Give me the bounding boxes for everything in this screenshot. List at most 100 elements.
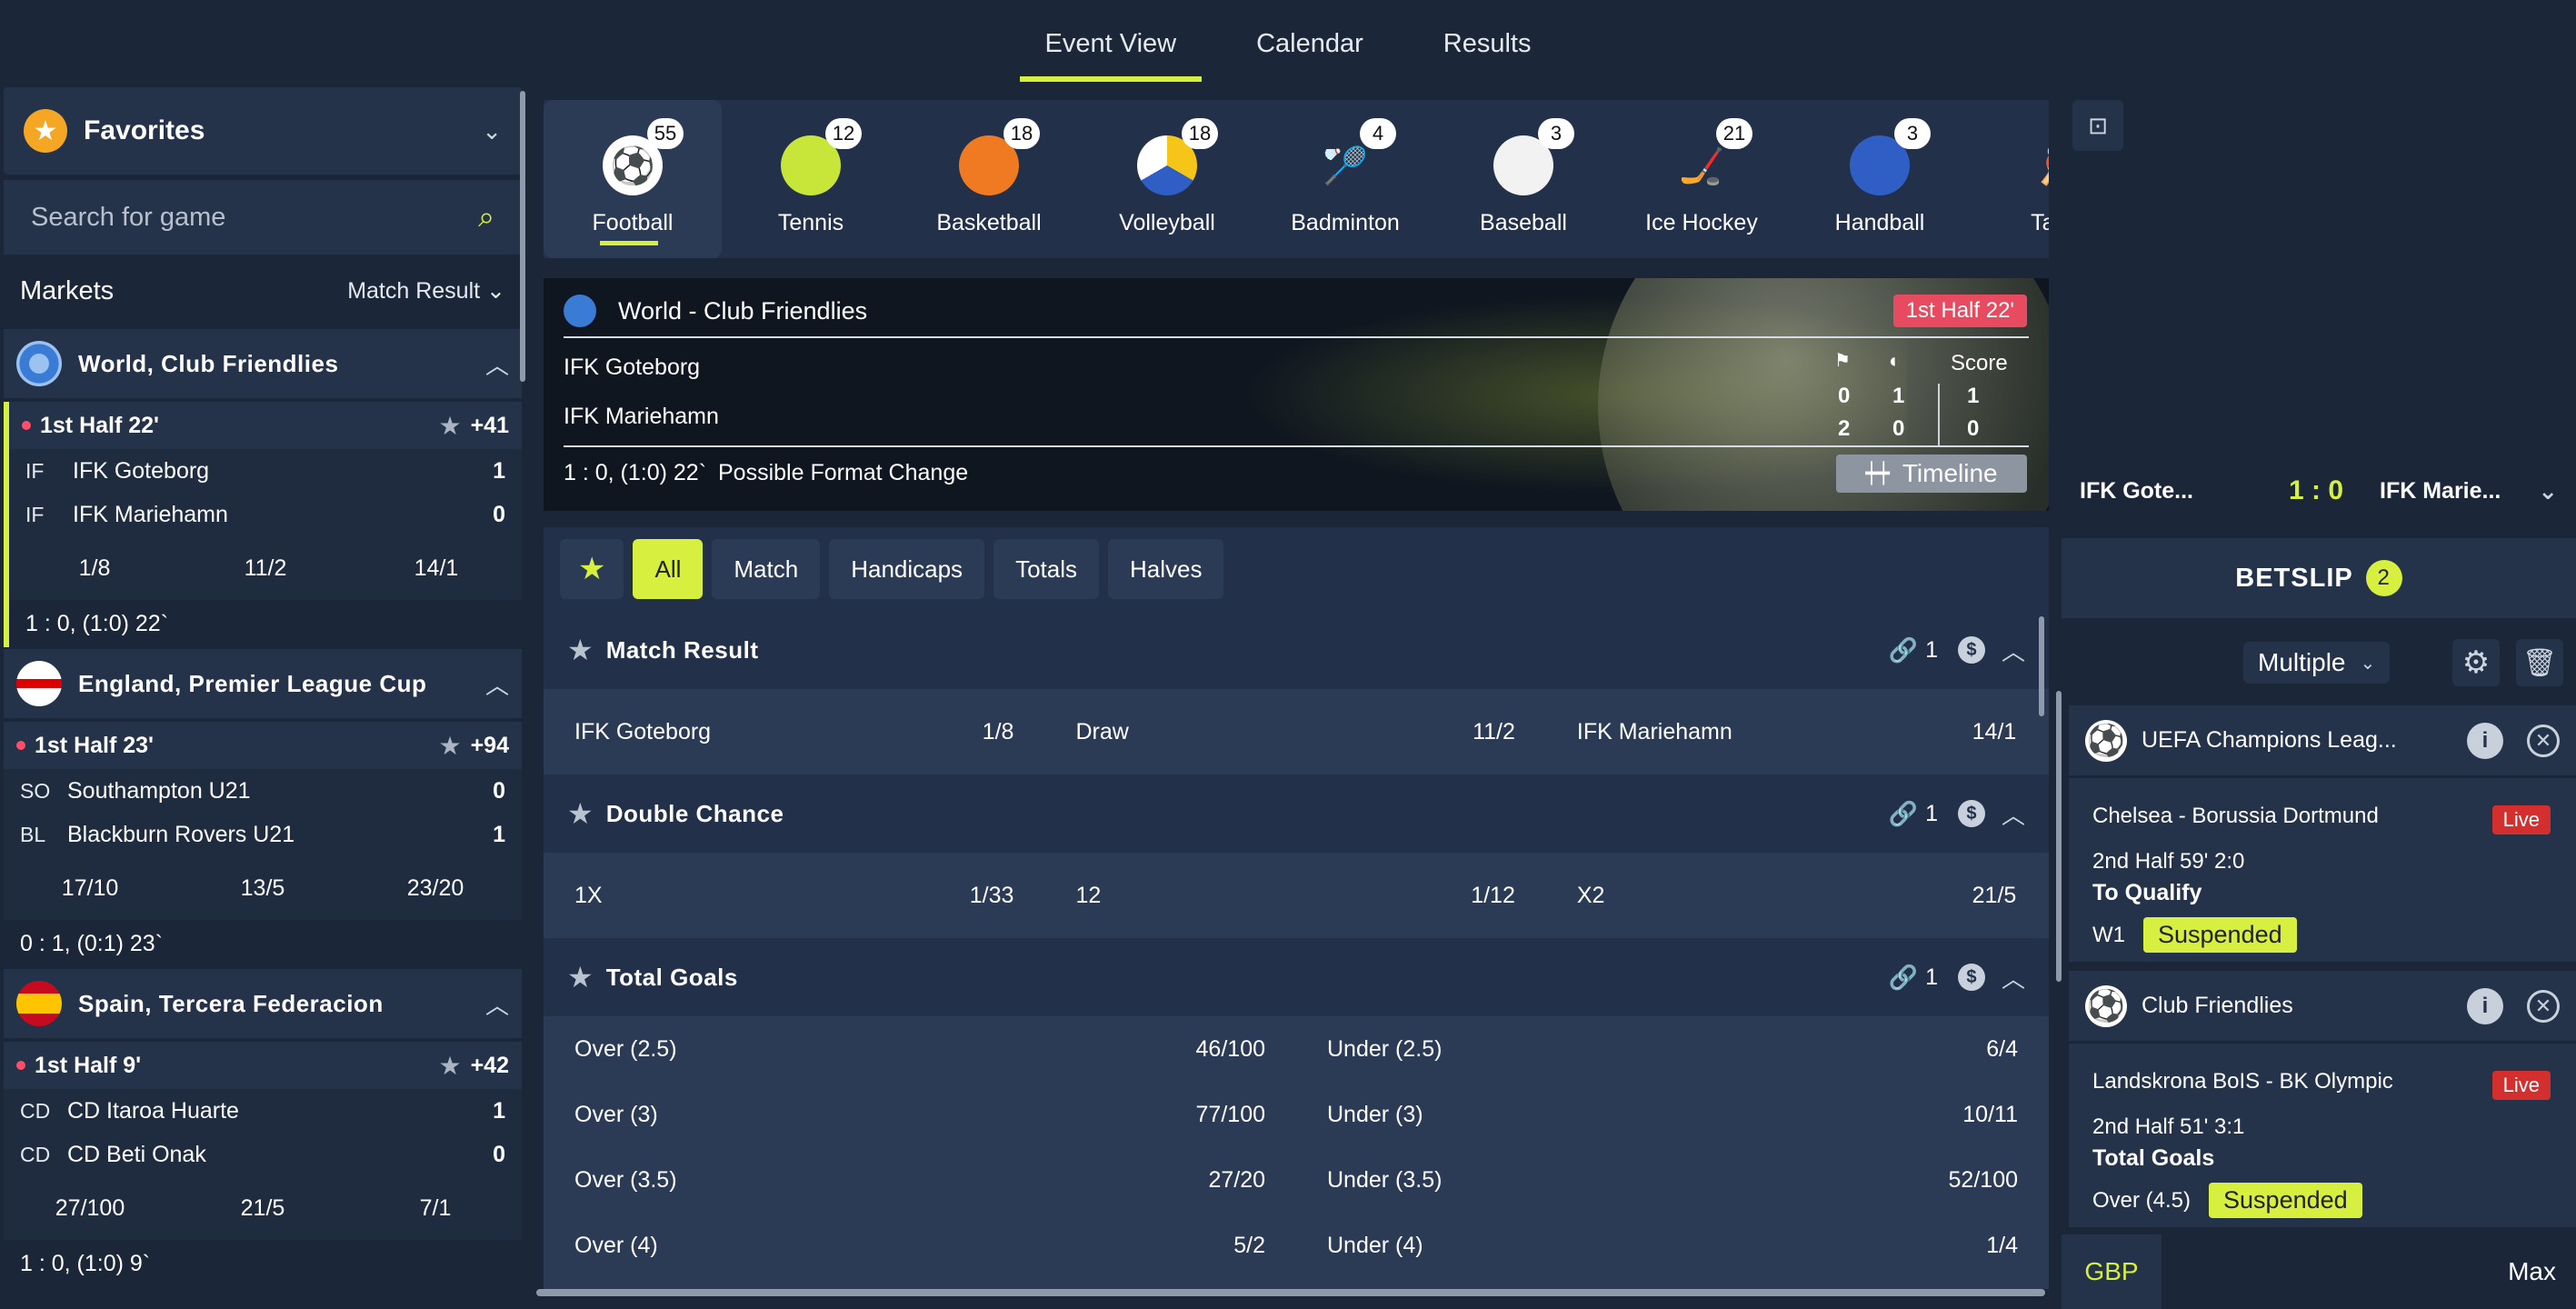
team-abbr: IF bbox=[25, 502, 45, 526]
link-icon[interactable]: 🔗 bbox=[1889, 636, 1918, 664]
league-header[interactable]: World, Club Friendlies ︿ bbox=[4, 329, 522, 398]
odd-cell[interactable]: Draw 11/2 bbox=[1044, 689, 1545, 774]
sport-badminton[interactable]: 🏸 4 Badminton bbox=[1256, 100, 1434, 258]
currency-select[interactable]: GBP bbox=[2062, 1234, 2162, 1309]
filter-totals[interactable]: Totals bbox=[993, 539, 1099, 599]
favorite-star-icon[interactable]: ★ bbox=[438, 411, 461, 441]
tab-results[interactable]: Results bbox=[1418, 0, 1557, 87]
odd-cell[interactable]: 1X 1/33 bbox=[544, 853, 1044, 938]
sport-basketball[interactable]: 18 Basketball bbox=[900, 100, 1078, 258]
chevron-up-icon[interactable]: ︿ bbox=[485, 667, 509, 701]
odd-home[interactable]: 1/8 bbox=[9, 555, 180, 582]
info-icon[interactable]: i bbox=[2467, 722, 2503, 759]
odd-cell[interactable]: Under (2.5) 6/4 bbox=[1296, 1016, 2049, 1082]
odds-row: Over (3) 77/100 Under (3) 10/11 bbox=[544, 1082, 2049, 1147]
close-icon[interactable]: ✕ bbox=[2527, 724, 2560, 757]
chevron-up-icon[interactable]: ︿ bbox=[2002, 797, 2025, 831]
sport-count: 21 bbox=[1716, 118, 1752, 149]
market-header-match-result[interactable]: ★ Match Result 🔗 1 $ ︿ bbox=[544, 611, 2049, 689]
field-icon[interactable]: ⊡ bbox=[2072, 100, 2123, 151]
odd-cell[interactable]: Over (4) 5/2 bbox=[544, 1213, 1296, 1278]
odd-cell[interactable]: IFK Goteborg 1/8 bbox=[544, 689, 1044, 774]
search-input[interactable] bbox=[31, 202, 479, 233]
favorites-label: Favorites bbox=[84, 115, 205, 145]
sport-name: Basketball bbox=[936, 210, 1042, 235]
odd-cell[interactable]: Over (2.5) 46/100 bbox=[544, 1016, 1296, 1082]
odd-away[interactable]: 7/1 bbox=[349, 1195, 522, 1222]
sport-football[interactable]: ⚽ 55 Football bbox=[544, 100, 722, 258]
odd-away[interactable]: 14/1 bbox=[351, 555, 522, 582]
favorites-header[interactable]: ★ Favorites ⌄ bbox=[4, 87, 522, 175]
markets-scrollbar[interactable] bbox=[2039, 616, 2044, 716]
timeline-button[interactable]: ┿┿ Timeline bbox=[1836, 455, 2027, 493]
odd-cell[interactable]: Under (3) 10/11 bbox=[1296, 1082, 2049, 1147]
tab-calendar[interactable]: Calendar bbox=[1231, 0, 1389, 87]
favorite-star-icon[interactable]: ★ bbox=[438, 731, 461, 761]
cashout-icon: $ bbox=[1957, 800, 1985, 827]
odd-draw[interactable]: 11/2 bbox=[180, 555, 351, 582]
sport-table-tennis[interactable]: 🏓 Table bbox=[1969, 100, 2049, 258]
sport-ice-hockey[interactable]: 🏒 21 Ice Hockey bbox=[1612, 100, 1791, 258]
odd-cell[interactable]: Over (3) 77/100 bbox=[544, 1082, 1296, 1147]
close-icon[interactable]: ✕ bbox=[2527, 989, 2560, 1023]
match-card[interactable]: 1st Half 9' ★ +42 CD CD Itaroa Huarte 1 … bbox=[4, 1042, 522, 1287]
league-header[interactable]: Spain, Tercera Federacion ︿ bbox=[4, 969, 522, 1038]
bet-type-select[interactable]: Multiple ⌄ bbox=[2243, 642, 2391, 684]
search-icon[interactable]: ⌕ bbox=[478, 200, 494, 235]
more-markets-count[interactable]: +42 bbox=[471, 1053, 509, 1079]
filter-all[interactable]: All bbox=[633, 539, 704, 599]
sport-baseball[interactable]: 3 Baseball bbox=[1434, 100, 1612, 258]
chevron-up-icon[interactable]: ︿ bbox=[485, 347, 509, 381]
star-icon[interactable]: ★ bbox=[567, 633, 594, 667]
odd-home[interactable]: 27/100 bbox=[4, 1195, 176, 1222]
odd-cell[interactable]: Over (3.5) 27/20 bbox=[544, 1147, 1296, 1213]
chevron-up-icon[interactable]: ︿ bbox=[2002, 634, 2025, 667]
chevron-up-icon[interactable]: ︿ bbox=[485, 987, 509, 1021]
filter-match[interactable]: Match bbox=[712, 539, 821, 599]
sport-volleyball[interactable]: 18 Volleyball bbox=[1078, 100, 1256, 258]
sport-tennis[interactable]: 12 Tennis bbox=[722, 100, 900, 258]
link-icon[interactable]: 🔗 bbox=[1889, 964, 1918, 992]
sport-name: Tennis bbox=[777, 210, 844, 235]
tab-event-view[interactable]: Event View bbox=[1019, 0, 1203, 87]
more-markets-count[interactable]: +94 bbox=[471, 733, 509, 759]
star-icon[interactable]: ★ bbox=[567, 960, 594, 994]
more-markets-count[interactable]: +41 bbox=[471, 413, 509, 439]
betslip-scrollbar[interactable] bbox=[2056, 691, 2062, 982]
chevron-down-icon[interactable]: ⌄ bbox=[2538, 477, 2558, 505]
filter-handicaps[interactable]: Handicaps bbox=[829, 539, 985, 599]
team-home-short: IFK Gote... bbox=[2080, 477, 2193, 504]
odd-draw[interactable]: 21/5 bbox=[176, 1195, 349, 1222]
sidebar-scrollbar[interactable] bbox=[520, 91, 525, 382]
markets-select[interactable]: Match Result ⌄ bbox=[347, 277, 505, 305]
odd-away[interactable]: 23/20 bbox=[349, 875, 522, 902]
horizontal-scrollbar[interactable] bbox=[536, 1289, 2045, 1296]
league-header[interactable]: England, Premier League Cup ︿ bbox=[4, 649, 522, 718]
odd-cell[interactable]: Under (3.5) 52/100 bbox=[1296, 1147, 2049, 1213]
link-icon[interactable]: 🔗 bbox=[1889, 800, 1918, 828]
max-stake-button[interactable]: Max bbox=[2508, 1257, 2556, 1286]
odd-cell[interactable]: Under (4) 1/4 bbox=[1296, 1213, 2049, 1278]
chevron-down-icon: ⌄ bbox=[2360, 653, 2376, 674]
chevron-down-icon[interactable]: ⌄ bbox=[482, 117, 502, 145]
odd-cell[interactable]: 12 1/12 bbox=[1044, 853, 1545, 938]
sport-handball[interactable]: 3 Handball bbox=[1791, 100, 1969, 258]
odd-cell[interactable]: X2 21/5 bbox=[1546, 853, 2047, 938]
match-card[interactable]: 1st Half 23' ★ +94 SO Southampton U21 0 … bbox=[4, 722, 522, 967]
gear-icon[interactable]: ⚙ bbox=[2452, 639, 2500, 686]
favorite-filter-star-icon[interactable]: ★ bbox=[560, 539, 624, 599]
odd-draw[interactable]: 13/5 bbox=[176, 875, 349, 902]
odd-cell[interactable]: IFK Mariehamn 14/1 bbox=[1546, 689, 2047, 774]
trash-icon[interactable]: 🗑 bbox=[2516, 639, 2563, 686]
filter-halves[interactable]: Halves bbox=[1107, 539, 1224, 599]
chevron-up-icon[interactable]: ︿ bbox=[2002, 961, 2025, 994]
market-header-total-goals[interactable]: ★ Total Goals 🔗 1 $ ︿ bbox=[544, 938, 2049, 1016]
selection-name: Under (3) bbox=[1327, 1101, 1423, 1127]
odd-home[interactable]: 17/10 bbox=[4, 875, 176, 902]
star-icon[interactable]: ★ bbox=[567, 796, 594, 831]
info-icon[interactable]: i bbox=[2467, 987, 2503, 1024]
favorite-star-icon[interactable]: ★ bbox=[438, 1051, 461, 1081]
match-card[interactable]: 1st Half 22' ★ +41 IF IFK Goteborg 1 IF … bbox=[4, 402, 522, 647]
market-header-double-chance[interactable]: ★ Double Chance 🔗 1 $ ︿ bbox=[544, 774, 2049, 853]
mini-score: 1 : 0 bbox=[2288, 475, 2344, 505]
